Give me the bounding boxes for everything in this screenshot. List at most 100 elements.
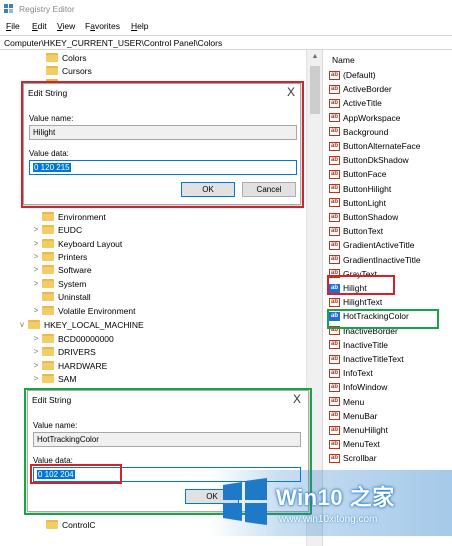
tree-item-label: EUDC	[58, 224, 83, 235]
value-item[interactable]: ab Menu	[329, 395, 364, 409]
value-item[interactable]: ab ButtonHilight	[329, 182, 391, 196]
tree-item-label: DRIVERS	[58, 346, 96, 357]
tree-item-label: BCD00000000	[58, 333, 114, 344]
tree-item-eudc[interactable]: > EUDC	[32, 223, 82, 236]
folder-icon	[42, 374, 54, 383]
value-item-label: GradientActiveTitle	[343, 240, 415, 251]
tree-item-system[interactable]: > System	[32, 277, 87, 290]
tree-item-hklm[interactable]: v HKEY_LOCAL_MACHINE	[18, 318, 144, 331]
value-item[interactable]: ab MenuBar	[329, 409, 378, 423]
highlight-box-hottrackingcolor	[327, 309, 439, 329]
tree-item-label: ControlC	[62, 519, 96, 530]
address-bar[interactable]: Computer\HKEY_CURRENT_USER\Control Panel…	[0, 35, 452, 50]
chevron-right-icon[interactable]: >	[32, 345, 40, 358]
value-item[interactable]: ab Scrollbar	[329, 451, 377, 465]
tree-item-label: Environment	[58, 211, 106, 222]
tree-item-sam[interactable]: > SAM	[32, 372, 77, 385]
tree-item-controlc[interactable]: ControlC	[46, 518, 96, 531]
value-item[interactable]: ab GradientActiveTitle	[329, 238, 415, 252]
menu-file[interactable]: File	[6, 21, 20, 31]
chevron-right-icon[interactable]	[32, 210, 40, 223]
value-item[interactable]: ab GradientInactiveTitle	[329, 253, 421, 267]
string-value-icon: ab	[329, 382, 340, 392]
value-item-label: InactiveTitle	[343, 339, 389, 350]
value-item[interactable]: ab Background	[329, 125, 388, 139]
value-item-label: ButtonAlternateFace	[343, 141, 421, 151]
value-item[interactable]: ab ButtonText	[329, 224, 383, 238]
value-item[interactable]: ab ButtonLight	[329, 196, 386, 210]
value-item[interactable]: ab MenuHilight	[329, 423, 388, 437]
chevron-right-icon[interactable]: >	[32, 237, 40, 250]
folder-icon	[46, 520, 58, 529]
scrollbar-thumb[interactable]	[310, 66, 320, 114]
value-item[interactable]: ab InfoText	[329, 366, 373, 380]
folder-icon	[42, 279, 54, 288]
string-value-icon: ab	[329, 127, 340, 137]
value-item[interactable]: ab ActiveTitle	[329, 96, 382, 110]
scroll-up-arrow-icon[interactable]: ▲	[307, 50, 323, 64]
value-item[interactable]: ab MenuText	[329, 437, 380, 451]
value-item[interactable]: ab ActiveBorder	[329, 82, 392, 96]
value-item[interactable]: ab InactiveTitleText	[329, 352, 404, 366]
tree-item-drivers[interactable]: > DRIVERS	[32, 345, 96, 358]
tree-item-hardware[interactable]: > HARDWARE	[32, 359, 108, 372]
value-item-label: ButtonLight	[343, 197, 387, 208]
value-item[interactable]: ab ButtonFace	[329, 167, 386, 181]
chevron-right-icon[interactable]: >	[32, 263, 40, 276]
string-value-icon: ab	[329, 240, 340, 250]
string-value-icon: ab	[329, 354, 340, 364]
string-value-icon: ab	[329, 453, 340, 463]
tree-item-label: Keyboard Layout	[58, 238, 123, 249]
folder-icon	[46, 66, 58, 75]
tree-item-software[interactable]: > Software	[32, 263, 92, 276]
string-value-icon: ab	[329, 425, 340, 435]
chevron-right-icon[interactable]: >	[32, 304, 40, 317]
string-value-icon: ab	[329, 198, 340, 208]
menu-help[interactable]: Help	[131, 21, 148, 31]
tree-item-uninstall[interactable]: Uninstall	[32, 290, 91, 303]
column-header-name[interactable]: Name	[332, 55, 355, 65]
tree-item-label: Colors	[62, 52, 87, 63]
chevron-right-icon[interactable]: >	[32, 250, 40, 263]
value-item[interactable]: ab AppWorkspace	[329, 111, 400, 125]
value-item[interactable]: ab HilightText	[329, 295, 382, 309]
chevron-right-icon[interactable]: >	[32, 332, 40, 345]
value-item[interactable]: ab InactiveTitle	[329, 338, 388, 352]
value-item-label: MenuHilight	[343, 425, 388, 435]
tree-item-volatile-environment[interactable]: > Volatile Environment	[32, 304, 136, 317]
tree-item-cursors[interactable]: Cursors	[46, 64, 92, 77]
tree-item-keyboard-layout[interactable]: > Keyboard Layout	[32, 237, 123, 250]
chevron-right-icon[interactable]: >	[32, 277, 40, 290]
tree-item-bcd[interactable]: > BCD00000000	[32, 332, 114, 345]
watermark-brand: Win10 之家	[276, 485, 395, 510]
value-item[interactable]: ab ButtonShadow	[329, 210, 398, 224]
string-value-icon: ab	[329, 113, 340, 123]
tree-item-label: SAM	[58, 373, 77, 384]
folder-icon	[42, 361, 54, 370]
chevron-right-icon[interactable]: >	[32, 372, 40, 385]
registry-editor-icon	[4, 4, 13, 13]
chevron-down-icon[interactable]: v	[18, 318, 26, 331]
value-item-label: ButtonHilight	[343, 183, 392, 194]
menu-favorites[interactable]: Favorites	[85, 21, 120, 31]
value-item[interactable]: ab InfoWindow	[329, 380, 387, 394]
string-value-icon: ab	[329, 340, 340, 350]
string-value-icon: ab	[329, 255, 340, 265]
chevron-right-icon[interactable]: >	[32, 223, 40, 236]
tree-item-label: Printers	[58, 251, 88, 262]
chevron-right-icon[interactable]	[32, 290, 40, 303]
value-item-label: Menu	[343, 396, 365, 407]
menu-edit[interactable]: Edit	[32, 21, 47, 31]
value-item-label: Scrollbar	[343, 453, 377, 464]
tree-item-printers[interactable]: > Printers	[32, 250, 88, 263]
value-item[interactable]: ab (Default)	[329, 68, 376, 82]
tree-item-colors[interactable]: Colors	[46, 51, 87, 64]
highlight-box-dialog1	[21, 81, 304, 208]
tree-item-environment[interactable]: Environment	[32, 210, 106, 223]
menu-view[interactable]: View	[57, 21, 75, 31]
address-path[interactable]: Computer\HKEY_CURRENT_USER\Control Panel…	[4, 38, 222, 48]
folder-icon	[42, 334, 54, 343]
value-item[interactable]: ab ButtonAlternateFace	[329, 139, 421, 153]
chevron-right-icon[interactable]: >	[32, 359, 40, 372]
value-item[interactable]: ab ButtonDkShadow	[329, 153, 409, 167]
